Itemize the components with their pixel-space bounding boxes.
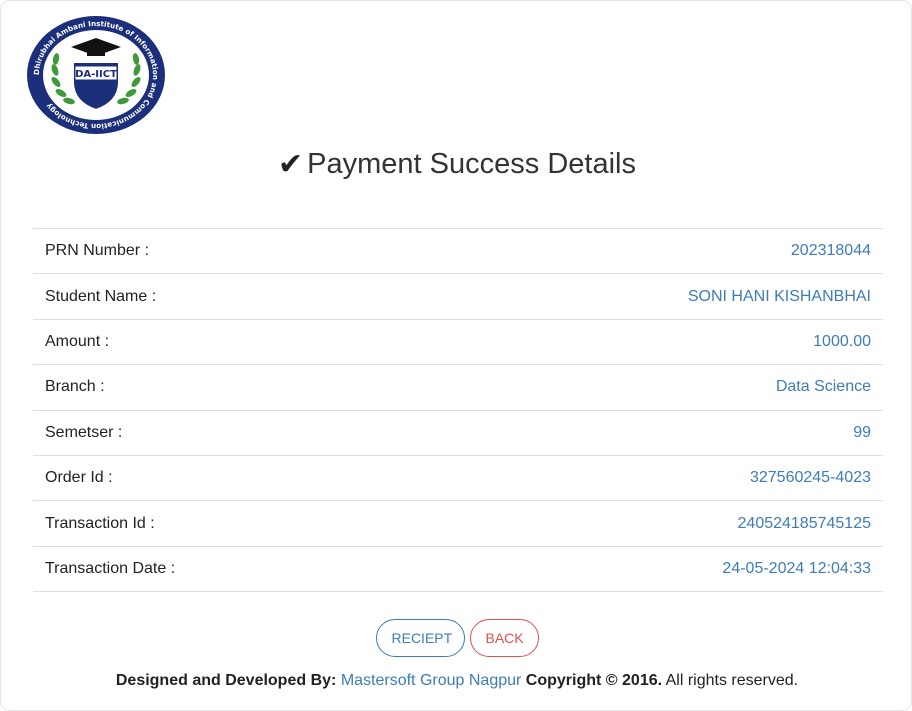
detail-row-order-id: Order Id : 327560245-4023: [33, 456, 883, 502]
logo-emblem-text: DA-IICT: [75, 69, 117, 80]
footer-rights: All rights reserved.: [665, 672, 799, 689]
payment-details-table: PRN Number : 202318044 Student Name : SO…: [33, 228, 883, 593]
payment-card: Dhirubhai Ambani Institute of Informatio…: [0, 0, 912, 711]
back-button[interactable]: BACK: [469, 619, 539, 657]
detail-label: Student Name :: [45, 287, 157, 305]
detail-label: Semetser :: [45, 423, 123, 441]
detail-value: 240524185745125: [737, 514, 871, 532]
detail-label: Transaction Id :: [45, 514, 155, 532]
detail-row-branch: Branch : Data Science: [33, 365, 883, 411]
detail-row-amount: Amount : 1000.00: [33, 320, 883, 366]
detail-label: Order Id :: [45, 469, 113, 487]
footer: Designed and Developed By: Mastersoft Gr…: [1, 672, 912, 690]
footer-copyright: Copyright © 2016.: [525, 672, 663, 689]
detail-value: 99: [853, 423, 871, 441]
detail-value: SONI HANI KISHANBHAI: [687, 287, 871, 305]
detail-value: 1000.00: [813, 332, 871, 350]
receipt-button[interactable]: RECIEPT: [375, 619, 465, 657]
detail-value: 327560245-4023: [749, 469, 871, 487]
checkmark-icon: ✔: [278, 148, 304, 181]
detail-label: Branch :: [45, 378, 105, 396]
detail-value: 24-05-2024 12:04:33: [722, 559, 871, 577]
detail-label: PRN Number :: [45, 242, 150, 260]
detail-row-prn: PRN Number : 202318044: [33, 229, 883, 275]
detail-row-transaction-date: Transaction Date : 24-05-2024 12:04:33: [33, 547, 883, 593]
detail-row-transaction-id: Transaction Id : 240524185745125: [33, 501, 883, 547]
page-title: ✔ Payment Success Details: [1, 147, 912, 182]
detail-row-student-name: Student Name : SONI HANI KISHANBHAI: [33, 274, 883, 320]
detail-value: Data Science: [775, 378, 871, 396]
detail-label: Amount :: [45, 332, 110, 350]
page-title-text: Payment Success Details: [307, 148, 636, 180]
footer-company-link[interactable]: Mastersoft Group Nagpur: [341, 672, 522, 689]
daiict-logo: Dhirubhai Ambani Institute of Informatio…: [25, 14, 167, 136]
footer-designed-by: Designed and Developed By:: [115, 672, 337, 689]
detail-row-semester: Semetser : 99: [33, 411, 883, 456]
detail-value: 202318044: [790, 242, 871, 260]
action-buttons: RECIEPT BACK: [1, 619, 912, 657]
detail-label: Transaction Date :: [45, 559, 176, 577]
